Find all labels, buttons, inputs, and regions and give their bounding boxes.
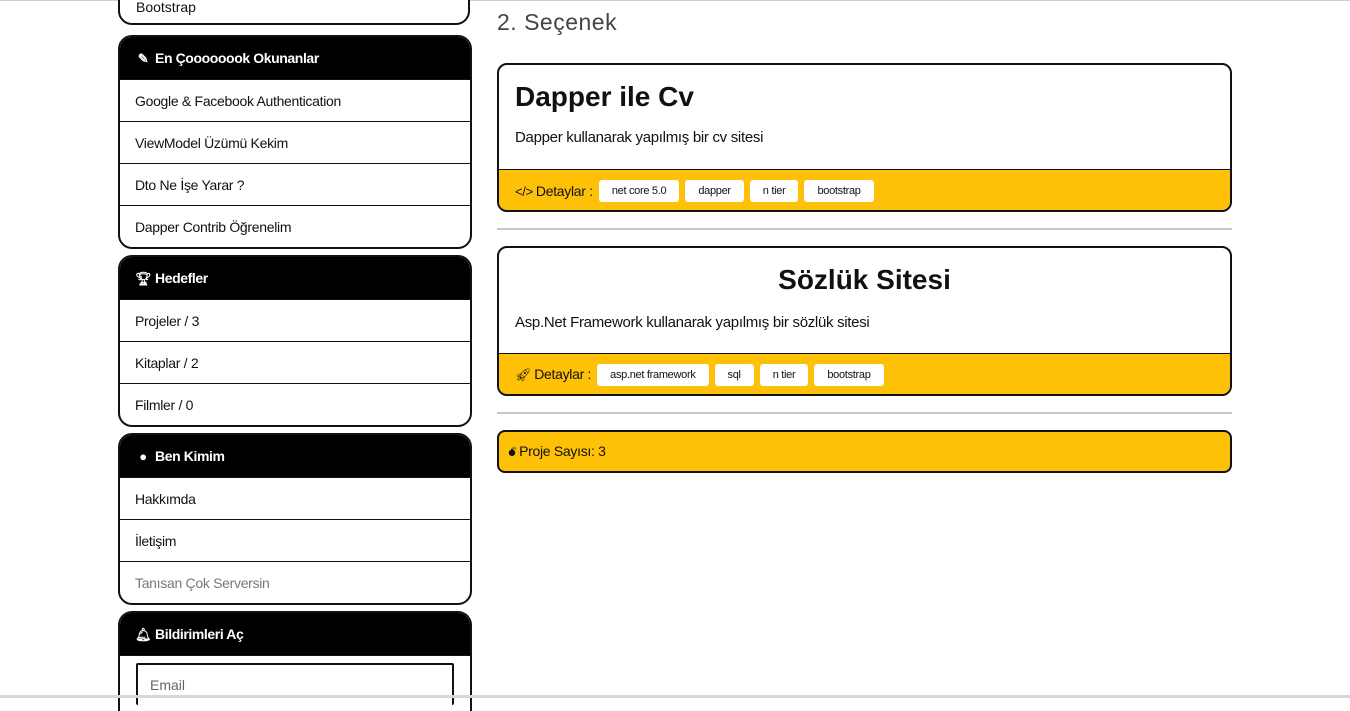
section-heading: 2. Seçenek	[497, 9, 618, 35]
tag-badge[interactable]: net core 5.0	[598, 179, 680, 202]
divider	[497, 228, 1232, 230]
tag-badge[interactable]: asp.net framework	[597, 363, 709, 386]
tag-badge[interactable]: n tier	[759, 363, 809, 386]
popular-item[interactable]: Dapper Contrib Öğrenelim	[120, 205, 470, 247]
about-panel: ● Ben Kimim Hakkımda İletişim Tanısan Çok…	[118, 433, 472, 605]
goal-item-projects[interactable]: Projeler / 3	[120, 299, 470, 341]
project-description: Asp.Net Framework kullanarak yapılmış bi…	[515, 314, 870, 331]
project-card-body: Dapper ile Cv Dapper kullanarak yapılmış…	[499, 65, 1230, 169]
project-count-text: Proje Sayısı: 3	[519, 443, 606, 459]
tag-badge[interactable]: bootstrap	[814, 363, 884, 386]
details-label: Detaylar :	[534, 366, 592, 382]
notify-title: Bildirimleri Aç	[155, 626, 244, 642]
details-label: Detaylar :	[535, 182, 593, 199]
email-input[interactable]	[136, 663, 454, 705]
tag-badge[interactable]: dapper	[685, 179, 744, 202]
tag-badge[interactable]: bootstrap	[804, 179, 874, 202]
popular-posts-header: ✎ En Çoooooook Okunanlar	[120, 37, 470, 79]
project-count-box: 💣︎ Proje Sayısı: 3	[497, 430, 1232, 473]
bell-icon: 🔔︎	[135, 627, 152, 642]
popular-item[interactable]: Dto Ne İşe Yarar ?	[120, 163, 470, 205]
popular-posts-title: En Çoooooook Okunanlar	[155, 50, 319, 66]
project-card: Dapper ile Cv Dapper kullanarak yapılmış…	[497, 63, 1232, 212]
project-footer: 🚀︎ Detaylar : asp.net framework sql n tie…	[499, 353, 1230, 394]
goals-panel: 🏆︎ Hedefler Projeler / 3 Kitaplar / 2 Fil…	[118, 255, 472, 427]
project-footer: </> Detaylar : net core 5.0 dapper n tier…	[499, 169, 1230, 210]
bomb-icon: 💣︎	[508, 444, 517, 459]
popular-item[interactable]: Google & Facebook Authentication	[120, 79, 470, 121]
goal-item-films[interactable]: Filmler / 0	[120, 383, 470, 425]
details-label-wrap: </> Detaylar :	[515, 183, 593, 199]
sidebar-stub-panel: Bootstrap	[118, 0, 470, 25]
project-card: Sözlük Sitesi Asp.Net Framework kullanar…	[497, 246, 1232, 396]
tag-badge[interactable]: sql	[714, 363, 754, 386]
stub-label[interactable]: Bootstrap	[136, 0, 196, 15]
notify-header: 🔔︎ Bildirimleri Aç	[120, 613, 470, 655]
about-item-iletisim[interactable]: İletişim	[120, 519, 470, 561]
divider	[497, 412, 1232, 414]
popular-posts-panel: ✎ En Çoooooook Okunanlar Google & Faceboo…	[118, 35, 472, 249]
tag-badge[interactable]: n tier	[749, 179, 799, 202]
about-header: ● Ben Kimim	[120, 435, 470, 477]
about-item-tanisan[interactable]: Tanısan Çok Serversin	[120, 561, 470, 603]
goal-item-books[interactable]: Kitaplar / 2	[120, 341, 470, 383]
project-title[interactable]: Dapper ile Cv	[515, 81, 694, 113]
pencil-icon: ✎	[137, 51, 149, 66]
project-description: Dapper kullanarak yapılmış bir cv sitesi	[515, 129, 764, 146]
details-label-wrap: 🚀︎ Detaylar :	[515, 366, 591, 383]
about-title: Ben Kimim	[155, 448, 225, 464]
rocket-icon: 🚀︎	[515, 367, 532, 382]
goals-header: 🏆︎ Hedefler	[120, 257, 470, 299]
user-icon: ●	[139, 449, 147, 464]
goals-title: Hedefler	[155, 270, 208, 286]
trophy-icon: 🏆︎	[135, 271, 152, 286]
project-title[interactable]: Sözlük Sitesi	[499, 264, 1230, 296]
project-card-body: Sözlük Sitesi Asp.Net Framework kullanar…	[499, 248, 1230, 353]
about-item-hakkimda[interactable]: Hakkımda	[120, 477, 470, 519]
popular-item[interactable]: ViewModel Üzümü Kekim	[120, 121, 470, 163]
code-icon: </>	[515, 183, 533, 199]
